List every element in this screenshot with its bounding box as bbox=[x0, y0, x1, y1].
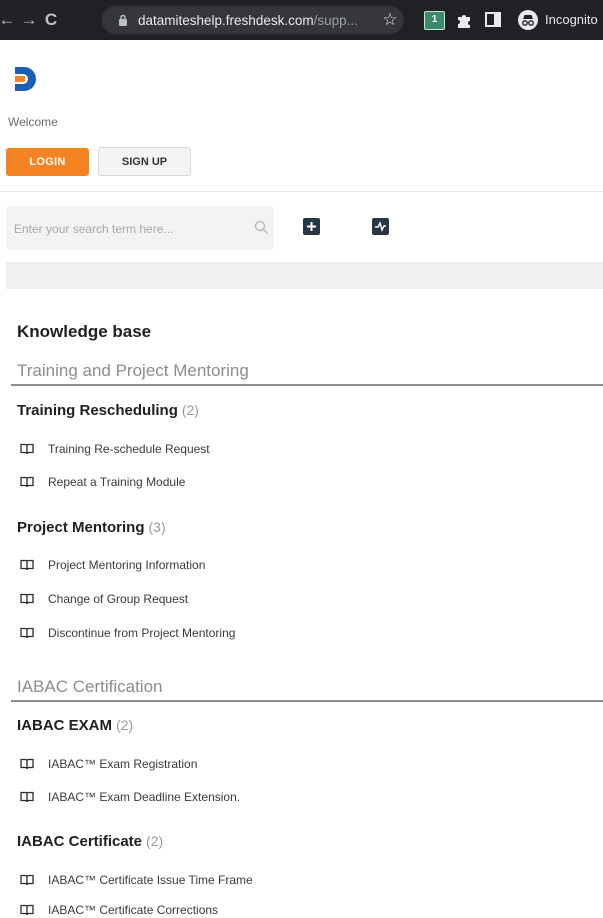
book-icon bbox=[20, 791, 34, 803]
book-icon bbox=[20, 476, 34, 488]
lock-icon bbox=[116, 13, 130, 27]
more-options-icon[interactable]: ⋮ bbox=[599, 219, 603, 233]
book-icon bbox=[20, 904, 34, 916]
datamites-logo-icon[interactable] bbox=[13, 65, 37, 93]
article-link[interactable]: Change of Group Request bbox=[20, 591, 188, 607]
book-icon bbox=[20, 627, 34, 639]
folder-title[interactable]: IABAC EXAM (2) bbox=[17, 717, 133, 734]
category-title[interactable]: Training and Project Mentoring bbox=[17, 361, 249, 381]
folder-title[interactable]: Training Rescheduling (2) bbox=[17, 402, 199, 419]
signup-button[interactable]: SIGN UP bbox=[98, 147, 191, 176]
reload-icon[interactable]: C bbox=[40, 10, 62, 30]
side-panel-icon[interactable] bbox=[485, 12, 501, 27]
url-text: datamiteshelp.freshdesk.com/supp... bbox=[138, 12, 358, 28]
extension-icon[interactable]: 1 bbox=[424, 11, 445, 30]
category-title[interactable]: IABAC Certification bbox=[17, 677, 163, 697]
article-link[interactable]: IABAC™ Exam Deadline Extension. bbox=[20, 789, 240, 805]
ticket-status-icon[interactable] bbox=[372, 218, 389, 235]
knowledge-base-title: Knowledge base bbox=[17, 322, 152, 341]
article-link[interactable]: Training Re-schedule Request bbox=[20, 441, 210, 457]
search-input[interactable] bbox=[12, 218, 236, 240]
article-link[interactable]: Project Mentoring Information bbox=[20, 557, 205, 573]
category-divider bbox=[11, 700, 603, 702]
folder-title[interactable]: IABAC Certificate (2) bbox=[17, 833, 163, 850]
book-icon bbox=[20, 758, 34, 770]
book-icon bbox=[20, 593, 34, 605]
extensions-puzzle-icon[interactable] bbox=[455, 11, 473, 29]
incognito-label: Incognito bbox=[545, 12, 598, 27]
forward-arrow-icon[interactable]: → bbox=[18, 10, 40, 30]
book-icon bbox=[20, 559, 34, 571]
article-link[interactable]: IABAC™ Exam Registration bbox=[20, 756, 197, 772]
new-ticket-icon[interactable] bbox=[303, 218, 320, 235]
article-link[interactable]: IABAC™ Certificate Issue Time Frame bbox=[20, 872, 253, 888]
address-bar[interactable]: datamiteshelp.freshdesk.com/supp... bbox=[102, 6, 404, 34]
search-icon[interactable] bbox=[254, 220, 269, 235]
folder-title[interactable]: Project Mentoring (3) bbox=[17, 519, 166, 536]
category-divider bbox=[11, 384, 603, 386]
search-box bbox=[6, 206, 274, 250]
book-icon bbox=[20, 443, 34, 455]
article-link[interactable]: IABAC™ Certificate Corrections bbox=[20, 902, 218, 918]
banner-strip bbox=[6, 262, 603, 289]
incognito-icon[interactable] bbox=[518, 10, 538, 30]
back-arrow-icon[interactable]: ← bbox=[0, 10, 18, 30]
header-divider bbox=[0, 191, 603, 192]
welcome-text: Welcome bbox=[8, 115, 58, 129]
article-link[interactable]: Repeat a Training Module bbox=[20, 474, 185, 490]
login-button[interactable]: LOGIN bbox=[6, 148, 89, 176]
book-icon bbox=[20, 874, 34, 886]
bookmark-star-icon[interactable]: ☆ bbox=[376, 10, 404, 30]
article-link[interactable]: Discontinue from Project Mentoring bbox=[20, 625, 235, 641]
